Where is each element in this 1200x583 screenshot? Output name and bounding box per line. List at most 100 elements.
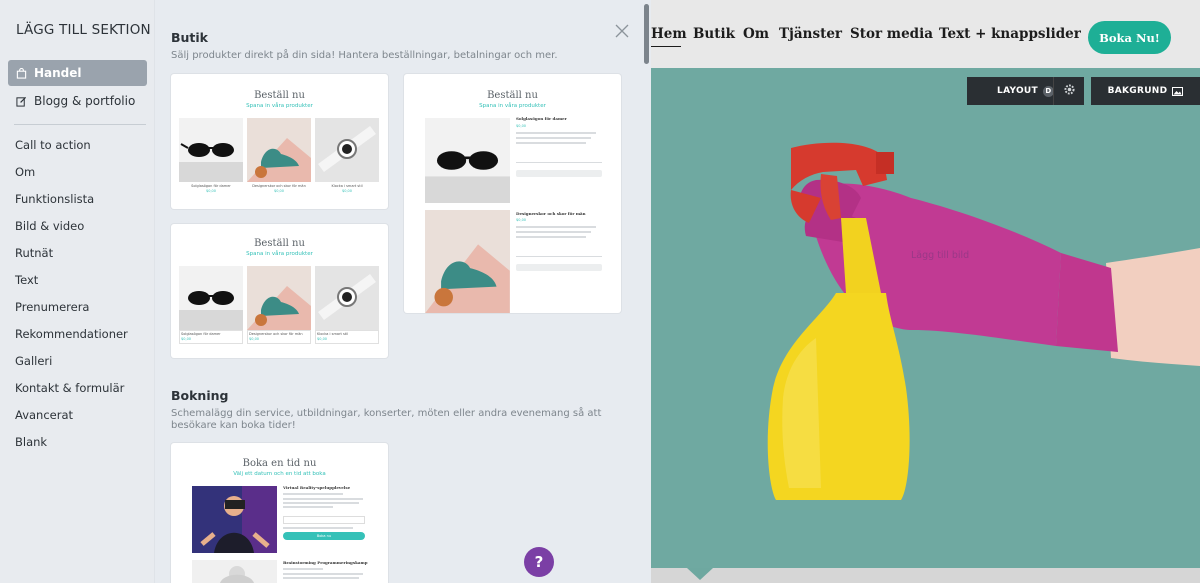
background-button[interactable]: BAKGRUND bbox=[1091, 77, 1200, 105]
product-image-watch bbox=[315, 118, 379, 182]
section-description-butik: Sälj produkter direkt på din sida! Hante… bbox=[171, 50, 558, 61]
text-placeholder bbox=[516, 231, 591, 233]
section-notch-indicator bbox=[687, 568, 713, 580]
shopping-bag-icon bbox=[16, 67, 30, 79]
product-name: Solglasögon för damer bbox=[191, 184, 231, 188]
shop-template-card-3[interactable]: Beställ nu Spana in våra produkter Solgl… bbox=[171, 224, 388, 358]
product-price: $0,00 bbox=[317, 337, 328, 341]
date-field-placeholder bbox=[283, 516, 365, 524]
list-product-price: $0,00 bbox=[516, 124, 527, 128]
preview-bottom-bar bbox=[651, 568, 1200, 583]
settings-button[interactable] bbox=[1053, 77, 1084, 105]
sidebar-title: LÄGG TILL SEKTION bbox=[16, 22, 151, 38]
product-name: Designerskor och skor för män bbox=[252, 184, 306, 188]
nav-link-hem[interactable]: Hem bbox=[651, 26, 687, 42]
quantity-row bbox=[516, 256, 602, 257]
list-product-name: Solglasögon för damer bbox=[516, 116, 567, 121]
nav-link-om[interactable]: Om bbox=[743, 26, 769, 42]
text-placeholder bbox=[283, 577, 359, 579]
category-handel[interactable]: Handel bbox=[8, 60, 147, 86]
sidebar-item-rutnat[interactable]: Rutnät bbox=[15, 246, 53, 260]
product-image-shoe bbox=[247, 266, 311, 330]
layout-button-label: LAYOUT bbox=[997, 86, 1038, 96]
help-button[interactable]: ? bbox=[524, 547, 554, 577]
text-placeholder bbox=[283, 498, 363, 500]
card-subtitle: Välj ett datum och en tid att boka bbox=[233, 471, 326, 477]
sidebar-item-galleri[interactable]: Galleri bbox=[15, 354, 52, 368]
booking-button: Boka nu bbox=[283, 532, 365, 540]
booking-item-name: Brainstorming Programmeringskamp bbox=[283, 560, 368, 565]
card-title: Boka en tid nu bbox=[242, 458, 317, 469]
section-description-bokning: Schemalägg din service, utbildningar, ko… bbox=[171, 408, 602, 431]
category-blogg-portfolio[interactable]: Blogg & portfolio bbox=[8, 88, 147, 114]
text-placeholder bbox=[283, 573, 363, 575]
text-placeholder bbox=[516, 142, 586, 144]
buy-button-placeholder bbox=[516, 264, 602, 271]
product-image-shoe bbox=[247, 118, 311, 182]
product-image-sunglasses bbox=[425, 118, 510, 203]
book-now-button[interactable]: Boka Nu! bbox=[1088, 21, 1171, 54]
booking-template-card[interactable]: Boka en tid nu Välj ett datum och en tid… bbox=[171, 443, 388, 583]
gear-icon bbox=[1063, 83, 1076, 99]
booking-item-name: Virtual Reality-spelupplevelse bbox=[283, 485, 351, 490]
shop-template-card-2[interactable]: Beställ nu Spana in våra produkter Solgl… bbox=[404, 74, 621, 313]
hero-image-hint: Lägg till bild bbox=[911, 250, 970, 261]
sidebar-item-rekommendationer[interactable]: Rekommendationer bbox=[15, 327, 128, 341]
booking-image-vr bbox=[192, 486, 277, 553]
section-title-butik: Butik bbox=[171, 30, 208, 45]
card-subtitle: Spana in våra produkter bbox=[246, 251, 313, 257]
nav-link-text-knappslider[interactable]: Text + knappslider bbox=[939, 26, 1081, 42]
text-placeholder bbox=[283, 527, 353, 529]
product-name: Solglasögon för damer bbox=[181, 332, 221, 336]
text-placeholder bbox=[283, 568, 323, 570]
product-price: $0,00 bbox=[249, 337, 260, 341]
image-icon bbox=[1172, 86, 1184, 96]
product-name: Klocka i smart stil bbox=[317, 332, 349, 336]
section-title-bokning: Bokning bbox=[171, 388, 229, 403]
product-image-sunglasses bbox=[179, 118, 243, 182]
close-icon[interactable] bbox=[613, 22, 631, 40]
sidebar-item-funktionslista[interactable]: Funktionslista bbox=[15, 192, 94, 206]
sidebar-item-text[interactable]: Text bbox=[15, 273, 38, 287]
card-title: Beställ nu bbox=[254, 90, 305, 101]
sidebar-item-blank[interactable]: Blank bbox=[15, 435, 47, 449]
product-image-shoe bbox=[425, 210, 510, 313]
card-subtitle: Spana in våra produkter bbox=[479, 103, 546, 109]
product-image-watch bbox=[315, 266, 379, 330]
card-subtitle: Spana in våra produkter bbox=[246, 103, 313, 109]
sidebar-item-avancerat[interactable]: Avancerat bbox=[15, 408, 73, 422]
shop-template-card-1[interactable]: Beställ nu Spana in våra produkter Solgl… bbox=[171, 74, 388, 209]
section-category-sidebar: LÄGG TILL SEKTION Handel Blogg & portfol… bbox=[0, 0, 155, 583]
text-placeholder bbox=[283, 493, 343, 495]
text-placeholder bbox=[516, 236, 586, 238]
sidebar-item-prenumerera[interactable]: Prenumerera bbox=[15, 300, 89, 314]
nav-link-tjanster[interactable]: Tjänster bbox=[779, 26, 842, 42]
product-price: $0,00 bbox=[205, 189, 217, 193]
panel-scrollbar[interactable] bbox=[644, 4, 649, 64]
text-placeholder bbox=[283, 502, 359, 504]
text-placeholder bbox=[516, 132, 596, 134]
nav-link-stor-media[interactable]: Stor media bbox=[850, 26, 933, 42]
category-label: Handel bbox=[34, 66, 82, 80]
card-title: Beställ nu bbox=[487, 90, 538, 101]
booking-image-brainstorm bbox=[192, 560, 277, 583]
card-title: Beställ nu bbox=[254, 238, 305, 249]
text-placeholder bbox=[516, 137, 591, 139]
hero-image[interactable] bbox=[651, 68, 1200, 568]
sidebar-item-kontakt-formular[interactable]: Kontakt & formulär bbox=[15, 381, 124, 395]
nav-active-underline bbox=[651, 46, 681, 47]
nav-link-butik[interactable]: Butik bbox=[693, 26, 735, 42]
sidebar-item-call-to-action[interactable]: Call to action bbox=[15, 138, 91, 152]
text-placeholder bbox=[283, 506, 333, 508]
edit-icon bbox=[16, 96, 30, 107]
sidebar-item-om[interactable]: Om bbox=[15, 165, 35, 179]
background-button-label: BAKGRUND bbox=[1107, 86, 1168, 96]
list-product-name: Designerskor och skor för män bbox=[516, 211, 586, 216]
sidebar-divider bbox=[14, 124, 146, 125]
buy-button-placeholder bbox=[516, 170, 602, 177]
product-price: $0,00 bbox=[273, 189, 285, 193]
text-placeholder bbox=[516, 226, 596, 228]
sidebar-item-bild-video[interactable]: Bild & video bbox=[15, 219, 84, 233]
product-image-sunglasses bbox=[179, 266, 243, 330]
section-templates-panel: Butik Sälj produkter direkt på din sida!… bbox=[155, 0, 651, 583]
